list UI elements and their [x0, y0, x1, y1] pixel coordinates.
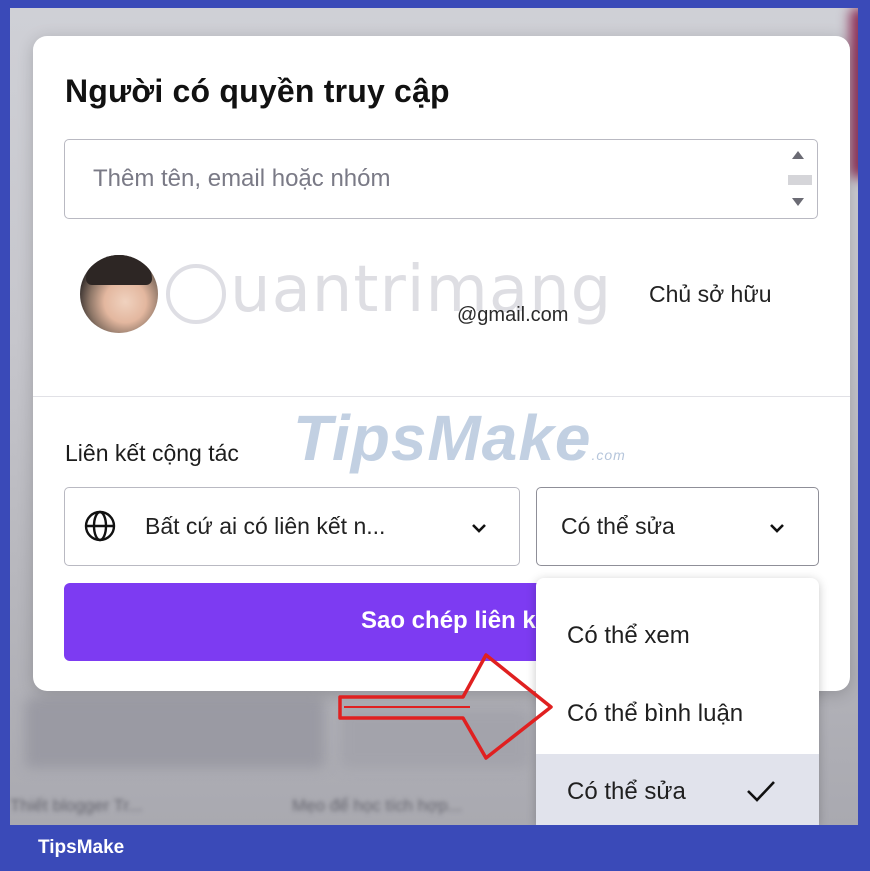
frame-border	[0, 0, 870, 8]
footer-bar: TipsMake	[0, 825, 870, 871]
bg-blob	[25, 698, 325, 768]
bg-blob	[850, 8, 858, 178]
menu-item-can-comment[interactable]: Có thể bình luận	[536, 676, 819, 754]
search-field[interactable]	[64, 139, 818, 219]
link-access-value: Bất cứ ai có liên kết n...	[145, 513, 386, 539]
bg-text: Mẹo để học tích hợp...	[292, 796, 462, 815]
divider	[33, 396, 850, 397]
link-access-select[interactable]: Bất cứ ai có liên kết n...	[64, 487, 520, 566]
collab-link-label: Liên kết cộng tác	[65, 440, 239, 466]
menu-item-label: Có thể sửa	[567, 778, 686, 805]
avatar	[80, 255, 158, 333]
chevron-down-icon	[472, 524, 486, 533]
bg-text: Thiết blogger Tr...	[10, 796, 143, 815]
frame-border	[0, 0, 10, 871]
menu-item-can-view[interactable]: Có thể xem	[536, 598, 819, 676]
watermark-bulb-icon	[166, 264, 226, 324]
textarea-scrollbar[interactable]	[783, 140, 817, 218]
avatar-hair	[86, 255, 152, 285]
copy-link-label: Sao chép liên kế	[361, 607, 550, 634]
scroll-down-icon[interactable]	[792, 198, 804, 206]
member-role: Chủ sở hữu	[649, 281, 772, 307]
watermark-tipsmake: TipsMake.com	[293, 401, 626, 475]
check-icon	[747, 781, 775, 802]
frame-border	[858, 0, 870, 871]
menu-item-label: Có thể bình luận	[567, 700, 744, 727]
watermark-tipsmake-text: TipsMake	[293, 402, 592, 474]
globe-icon	[84, 510, 116, 542]
menu-item-label: Có thể xem	[567, 622, 690, 649]
bg-blob	[340, 708, 530, 768]
scroll-thumb[interactable]	[788, 175, 812, 185]
footer-brand: TipsMake	[38, 837, 125, 858]
member-email: @gmail.com	[457, 304, 569, 326]
dialog-title: Người có quyền truy cập	[65, 73, 450, 109]
watermark-tipsmake-suffix: .com	[591, 447, 626, 463]
search-input[interactable]	[65, 140, 780, 218]
permission-select[interactable]: Có thể sửa	[536, 487, 819, 566]
permission-value: Có thể sửa	[561, 513, 675, 539]
menu-item-can-edit[interactable]: Có thể sửa	[536, 754, 819, 825]
chevron-down-icon	[770, 524, 784, 533]
scroll-up-icon[interactable]	[792, 151, 804, 159]
permission-menu: Có thể xem Có thể bình luận Có thể sửa	[536, 578, 819, 825]
